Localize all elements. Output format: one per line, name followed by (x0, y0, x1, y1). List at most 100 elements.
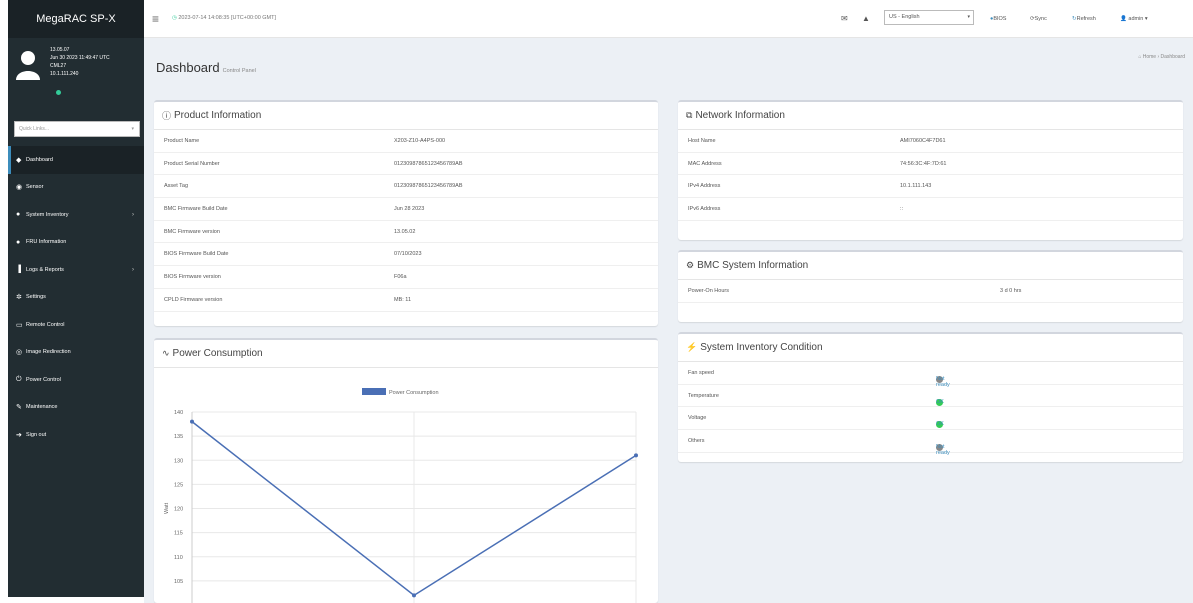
alert-icon[interactable]: ▲ (862, 14, 870, 23)
quick-links-select[interactable]: Quick Links... ▾ (14, 121, 140, 137)
product-info-box: ⓘ Product Information Product Name X203-Z1… (154, 100, 658, 326)
table-row: Fan speed Not ready (678, 362, 1183, 388)
row-label: Others (688, 438, 705, 445)
row-label: Product Serial Number (164, 160, 220, 167)
settings-icon: ✲ (16, 294, 22, 302)
table-row: Asset Tag 01230987865123456789AB (154, 175, 658, 199)
page-title: Dashboard Control Panel (156, 60, 256, 75)
info-icon: ⓘ (162, 111, 172, 121)
user-info-line: 10.1.111.240 (50, 71, 79, 77)
user-menu[interactable]: 👤 admin ▾ (1120, 16, 1148, 22)
table-row: BIOS Firmware version F06a (154, 266, 658, 289)
language-value: US - English (889, 14, 920, 20)
sidebar-item-image-redirection[interactable]: ◎ Image Redirection (8, 339, 144, 367)
row-value: 01230987865123456789AB (394, 183, 463, 190)
table-row: CPLD Firmware version MB: 11 (154, 289, 658, 312)
row-value: 10.1.111.143 (900, 183, 932, 190)
sidebar-item-remote-control[interactable]: ▭ Remote Control (8, 311, 144, 339)
network-info-rows: Host Name AMI7060C4F7D61 MAC Address 74:56:… (678, 130, 1183, 221)
table-row: Temperature OK (678, 385, 1183, 408)
main-content: Dashboard Control Panel ⌂ Home › Dashboar… (144, 38, 1193, 603)
user-avatar-icon (16, 51, 40, 80)
page-subtitle: Control Panel (222, 68, 256, 74)
row-value: 01230987865123456789AB (394, 160, 463, 167)
sidebar-item-label: Sensor (26, 184, 44, 191)
sidebar-item-maintenance[interactable]: ✎ Maintenance (8, 394, 144, 422)
heartbeat-icon: ∿ (162, 348, 170, 358)
power-consumption-chart: 140135130125120115110105100WattPower Con… (164, 388, 638, 603)
online-status-dot (56, 90, 61, 95)
clock-status-icon: ◷ (172, 15, 177, 21)
user-info-line: CML27 (50, 63, 67, 69)
row-label: IPv6 Address (688, 206, 721, 213)
network-info-box: ⧉ Network Information Host Name AMI7060C4F… (678, 100, 1183, 240)
sidebar-item-fru-info[interactable]: ● FRU Information (8, 229, 144, 257)
box-title-text: Network Information (695, 110, 785, 121)
row-label: Voltage (688, 415, 707, 422)
data-point (412, 593, 416, 598)
status-text[interactable]: OK (936, 399, 944, 405)
row-value: Jun 28 2023 (394, 206, 425, 213)
sidebar-item-sensor[interactable]: ◉ Sensor (8, 174, 144, 202)
row-value: 07/10/2023 (394, 251, 422, 258)
page-title-text: Dashboard (156, 60, 220, 75)
sidebar-item-label: Power Control (26, 376, 61, 383)
table-row: Product Name X203-Z10-A4PS-000 (154, 130, 658, 153)
table-row: Host Name AMI7060C4F7D61 (678, 130, 1183, 153)
inventory-condition-rows: Fan speed Not ready Temperature OK Voltage OK… (678, 362, 1183, 456)
bios-button[interactable]: ●BIOS (990, 16, 1006, 22)
table-row: IPv6 Address:: (678, 198, 1183, 221)
sign-out-icon: ➔ (16, 431, 22, 439)
user-info-line: 13.05.07 (50, 47, 70, 53)
row-value: :: (900, 206, 904, 213)
legend-label: Power Consumption (389, 390, 439, 396)
table-row: BMC Firmware Build Date Jun 28 2023 (154, 198, 658, 221)
sidebar-item-power-control[interactable]: ⏻ Power Control (8, 366, 144, 394)
chevron-down-icon: ▾ (967, 14, 970, 20)
box-title: ⧉ Network Information (678, 102, 1183, 130)
language-select[interactable]: US - English ▾ (884, 10, 974, 25)
bmc-system-rows: Power-On Hours 3 d 0 hrs (678, 280, 1183, 303)
sidebar-item-sign-out[interactable]: ➔ Sign out (8, 421, 144, 449)
row-value: X203-Z10-A4PS-000 (394, 138, 446, 144)
sidebar-item-logs-reports[interactable]: ▐ Logs & Reports › (8, 256, 144, 284)
row-label: Power-On Hours (688, 288, 729, 294)
status-text[interactable]: Not ready (936, 444, 950, 456)
row-label: BMC Firmware version (164, 228, 220, 235)
sidebar-item-system-inventory[interactable]: ● System Inventory › (8, 201, 144, 229)
row-label: BMC Firmware Build Date (164, 206, 228, 213)
hamburger-menu-icon[interactable]: ≡ (152, 12, 159, 26)
box-title: ⚡ System Inventory Condition (678, 334, 1183, 362)
row-label: BIOS Firmware Build Date (164, 251, 229, 258)
sidebar-item-label: Dashboard (26, 156, 53, 163)
bios-label: BIOS (993, 16, 1007, 22)
row-label: CPLD Firmware version (164, 296, 223, 303)
sidebar-item-label: Maintenance (26, 404, 58, 411)
brand-logo[interactable]: MegaRAC SP-X (8, 0, 144, 38)
table-row: IPv4 Address 10.1.111.143 (678, 175, 1183, 199)
y-tick-label: 115 (174, 531, 183, 537)
sync-label: Sync (1034, 16, 1047, 22)
row-label: Product Name (164, 138, 200, 144)
refresh-label: Refresh (1076, 16, 1096, 22)
row-label: Fan speed (688, 370, 714, 376)
sync-button[interactable]: ⟳Sync (1030, 16, 1047, 22)
dashboard-icon: ◆ (16, 156, 22, 164)
refresh-button[interactable]: ↻Refresh (1072, 16, 1096, 22)
row-value: 13.05.02 (394, 228, 416, 235)
data-point (634, 453, 638, 458)
messages-icon[interactable]: ✉ (841, 14, 848, 23)
row-value: 3 d 0 hrs (1000, 288, 1022, 294)
maintenance-icon: ✎ (16, 404, 22, 412)
bmc-system-box: ⚙ BMC System Information Power-On Hours 3 … (678, 250, 1183, 322)
row-label: IPv4 Address (688, 183, 721, 190)
table-row: BIOS Firmware Build Date 07/10/2023 (154, 243, 658, 267)
sidebar-item-dashboard[interactable]: ◆ Dashboard (8, 146, 144, 174)
sidebar-item-settings[interactable]: ✲ Settings (8, 284, 144, 312)
user-icon: 👤 (1120, 16, 1127, 22)
datetime-text: 2023-07-14 14:08:35 [UTC+00:00 GMT] (178, 15, 277, 21)
row-value: 74:56:3C:4F:7D:61 (900, 160, 947, 167)
chevron-right-icon: › (132, 266, 134, 273)
breadcrumb-home[interactable]: Home (1143, 54, 1156, 60)
status-text[interactable]: OK (936, 421, 944, 427)
